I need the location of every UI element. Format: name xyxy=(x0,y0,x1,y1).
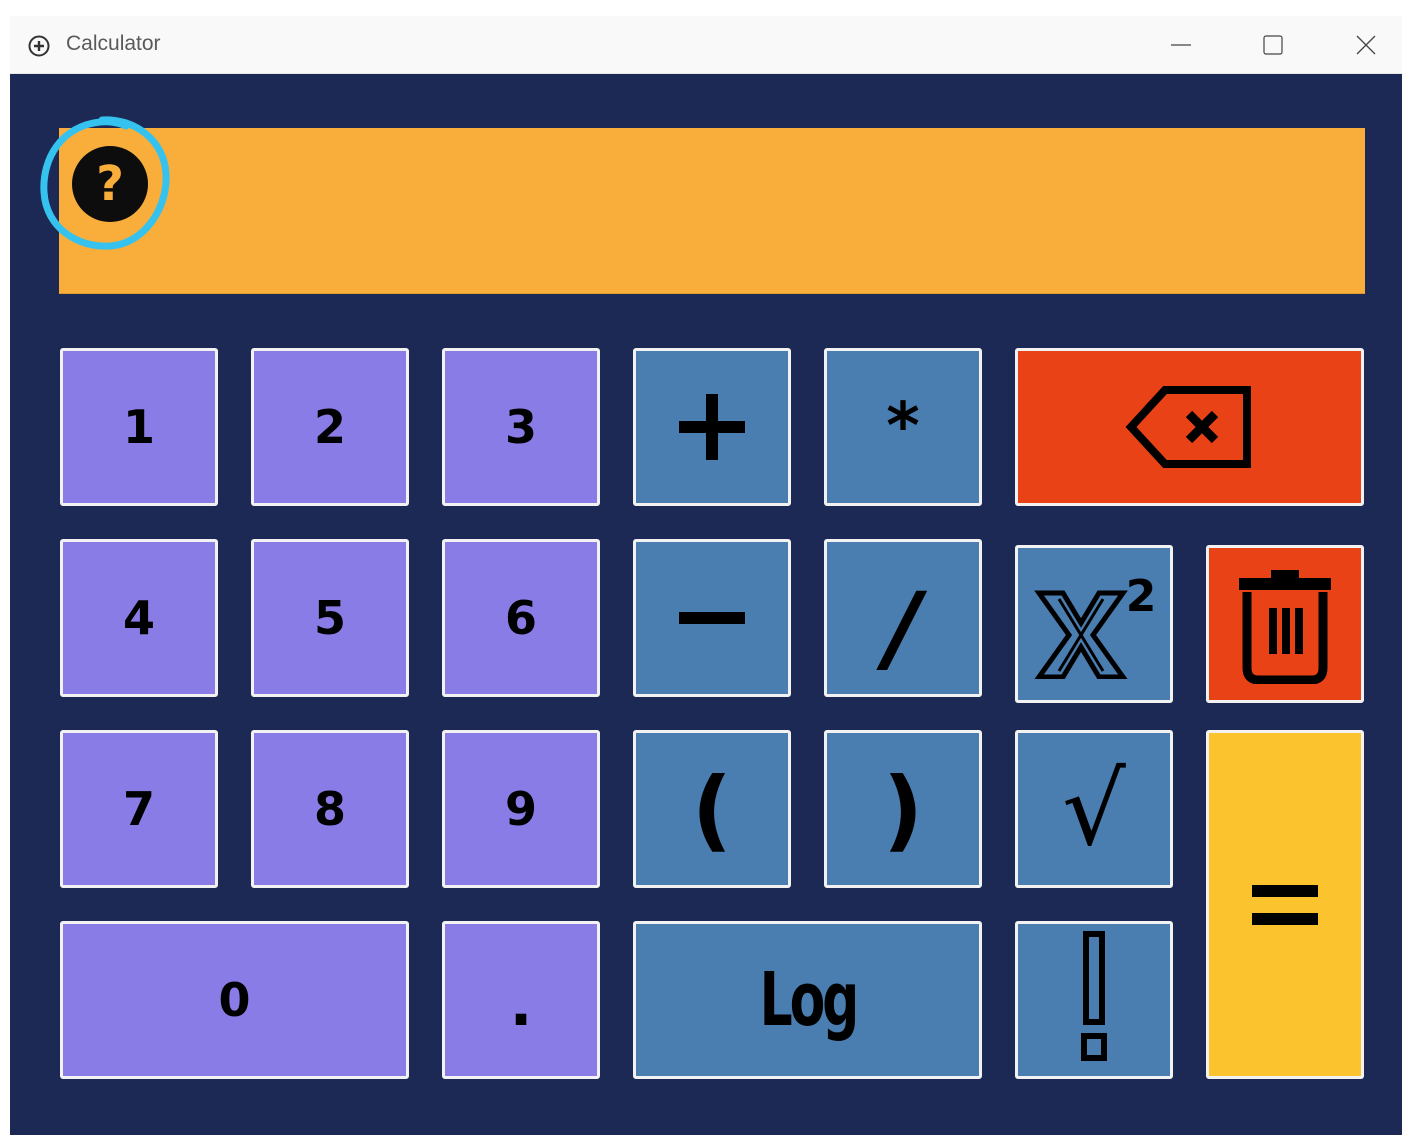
plus-icon xyxy=(679,394,745,460)
app-icon xyxy=(28,35,50,57)
window-title: Calculator xyxy=(66,32,161,55)
x-squared-icon: 2 xyxy=(1034,571,1157,679)
key-open-paren-label: ( xyxy=(691,757,733,861)
svg-text:2: 2 xyxy=(1126,571,1157,622)
svg-text:!: ! xyxy=(1094,1009,1095,1011)
key-6-label: 6 xyxy=(504,591,537,645)
key-sqrt[interactable]: √ xyxy=(1015,730,1173,888)
key-8[interactable]: 8 xyxy=(251,730,409,888)
key-2-label: 2 xyxy=(313,400,346,454)
key-4-label: 4 xyxy=(122,591,155,645)
result-display xyxy=(59,128,1365,294)
key-6[interactable]: 6 xyxy=(442,539,600,697)
key-4[interactable]: 4 xyxy=(60,539,218,697)
equals-button[interactable] xyxy=(1206,730,1364,1079)
key-9-label: 9 xyxy=(504,782,537,836)
maximize-icon xyxy=(1263,35,1283,55)
minimize-button[interactable] xyxy=(1166,30,1196,60)
key-5-label: 5 xyxy=(313,591,346,645)
sqrt-icon: √ xyxy=(1062,750,1126,868)
backspace-button[interactable] xyxy=(1015,348,1364,506)
calculator-window: Calculator ? 1 2 3 * 4 5 6 / 2 7 8 9 ()… xyxy=(10,16,1402,1135)
key-5[interactable]: 5 xyxy=(251,539,409,697)
minus-icon xyxy=(679,612,745,624)
key-close-paren[interactable]: ) xyxy=(824,730,982,888)
key-close-paren-label: ) xyxy=(882,757,924,861)
svg-text:?: ? xyxy=(96,156,124,212)
key-0[interactable]: 0 xyxy=(60,921,409,1079)
backspace-icon xyxy=(1125,386,1251,468)
title-bar: Calculator xyxy=(10,16,1402,74)
key-7[interactable]: 7 xyxy=(60,730,218,888)
key-divide-label: / xyxy=(885,572,921,684)
key-factorial[interactable]: ! xyxy=(1015,921,1173,1079)
equals-icon xyxy=(1252,884,1318,925)
factorial-icon: ! xyxy=(1081,931,1107,1061)
key-decimal-label: . xyxy=(509,970,533,1040)
key-7-label: 7 xyxy=(122,782,155,836)
key-plus[interactable] xyxy=(633,348,791,506)
key-2[interactable]: 2 xyxy=(251,348,409,506)
key-1-label: 1 xyxy=(122,400,155,454)
key-square[interactable]: 2 xyxy=(1015,545,1173,703)
key-3[interactable]: 3 xyxy=(442,348,600,506)
close-icon xyxy=(1356,35,1376,55)
key-log[interactable]: Log xyxy=(633,921,982,1079)
key-log-label: Log xyxy=(759,957,859,1043)
trash-icon xyxy=(1239,570,1331,684)
key-minus[interactable] xyxy=(633,539,791,697)
minimize-icon xyxy=(1171,44,1191,46)
key-3-label: 3 xyxy=(504,400,537,454)
key-open-paren[interactable]: ( xyxy=(633,730,791,888)
key-divide[interactable]: / xyxy=(824,539,982,697)
help-button[interactable]: ? xyxy=(40,116,170,250)
clear-button[interactable] xyxy=(1206,545,1364,703)
key-decimal[interactable]: . xyxy=(442,921,600,1079)
key-0-label: 0 xyxy=(218,973,251,1027)
key-multiply-label: * xyxy=(886,390,920,464)
key-1[interactable]: 1 xyxy=(60,348,218,506)
key-multiply[interactable]: * xyxy=(824,348,982,506)
close-button[interactable] xyxy=(1351,30,1381,60)
help-icon: ? xyxy=(40,116,170,250)
maximize-button[interactable] xyxy=(1258,30,1288,60)
key-9[interactable]: 9 xyxy=(442,730,600,888)
key-8-label: 8 xyxy=(313,782,346,836)
